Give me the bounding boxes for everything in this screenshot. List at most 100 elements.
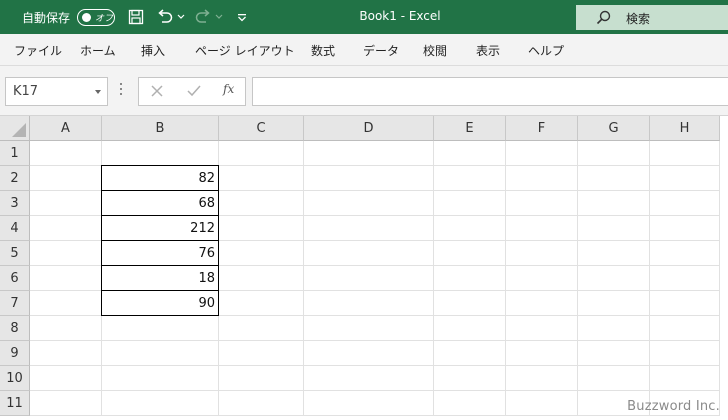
row-header-2[interactable]: 2	[0, 166, 30, 191]
row-header-8[interactable]: 8	[0, 316, 30, 341]
cell-g7[interactable]	[578, 291, 650, 316]
autosave-toggle[interactable]: オフ	[77, 9, 115, 26]
cell-f1[interactable]	[506, 141, 578, 166]
cell-g10[interactable]	[578, 366, 650, 391]
cell-a7[interactable]	[30, 291, 102, 316]
column-header-a[interactable]: A	[30, 116, 102, 141]
row-header-6[interactable]: 6	[0, 266, 30, 291]
tab-view[interactable]: 表示	[476, 42, 500, 59]
cell-a1[interactable]	[30, 141, 102, 166]
cell-e1[interactable]	[434, 141, 506, 166]
cell-d8[interactable]	[304, 316, 434, 341]
row-header-5[interactable]: 5	[0, 241, 30, 266]
tab-data[interactable]: データ	[363, 42, 399, 59]
cell-e5[interactable]	[434, 241, 506, 266]
row-header-11[interactable]: 11	[0, 391, 30, 416]
row-header-3[interactable]: 3	[0, 191, 30, 216]
cell-c11[interactable]	[219, 391, 304, 416]
cell-h3[interactable]	[650, 191, 720, 216]
cell-b3[interactable]: 68	[102, 191, 219, 216]
column-header-d[interactable]: D	[304, 116, 434, 141]
cell-b8[interactable]	[102, 316, 219, 341]
name-box[interactable]: K17	[5, 77, 108, 106]
cell-f4[interactable]	[506, 216, 578, 241]
cell-e7[interactable]	[434, 291, 506, 316]
cell-a2[interactable]	[30, 166, 102, 191]
cell-c10[interactable]	[219, 366, 304, 391]
cell-a11[interactable]	[30, 391, 102, 416]
cell-a8[interactable]	[30, 316, 102, 341]
cell-f6[interactable]	[506, 266, 578, 291]
cell-h1[interactable]	[650, 141, 720, 166]
row-header-7[interactable]: 7	[0, 291, 30, 316]
cell-g6[interactable]	[578, 266, 650, 291]
cell-g3[interactable]	[578, 191, 650, 216]
cell-h4[interactable]	[650, 216, 720, 241]
row-header-10[interactable]: 10	[0, 366, 30, 391]
cell-g9[interactable]	[578, 341, 650, 366]
cell-c3[interactable]	[219, 191, 304, 216]
cancel-icon[interactable]	[150, 83, 164, 103]
cell-h5[interactable]	[650, 241, 720, 266]
tab-file[interactable]: ファイル	[14, 42, 62, 59]
cell-f3[interactable]	[506, 191, 578, 216]
cell-e10[interactable]	[434, 366, 506, 391]
enter-check-icon[interactable]	[186, 83, 202, 103]
redo-dropdown-icon[interactable]	[214, 8, 224, 26]
cell-d2[interactable]	[304, 166, 434, 191]
cell-e2[interactable]	[434, 166, 506, 191]
cell-h9[interactable]	[650, 341, 720, 366]
cell-b11[interactable]	[102, 391, 219, 416]
redo-icon[interactable]	[193, 8, 213, 26]
cell-b4[interactable]: 212	[102, 216, 219, 241]
cell-h2[interactable]	[650, 166, 720, 191]
cell-a5[interactable]	[30, 241, 102, 266]
cell-f5[interactable]	[506, 241, 578, 266]
cell-b1[interactable]	[102, 141, 219, 166]
undo-icon[interactable]	[155, 8, 175, 26]
select-all-button[interactable]	[0, 116, 30, 141]
cell-c9[interactable]	[219, 341, 304, 366]
cell-g4[interactable]	[578, 216, 650, 241]
column-header-e[interactable]: E	[434, 116, 506, 141]
cell-f10[interactable]	[506, 366, 578, 391]
column-header-g[interactable]: G	[578, 116, 650, 141]
cell-h8[interactable]	[650, 316, 720, 341]
cell-d1[interactable]	[304, 141, 434, 166]
cell-e9[interactable]	[434, 341, 506, 366]
cell-e3[interactable]	[434, 191, 506, 216]
column-header-c[interactable]: C	[219, 116, 304, 141]
cell-c8[interactable]	[219, 316, 304, 341]
cell-e4[interactable]	[434, 216, 506, 241]
search-box[interactable]: 検索	[576, 5, 728, 30]
tab-review[interactable]: 校閲	[423, 42, 447, 59]
formula-input[interactable]	[252, 77, 728, 106]
cell-d10[interactable]	[304, 366, 434, 391]
cell-g8[interactable]	[578, 316, 650, 341]
cell-h7[interactable]	[650, 291, 720, 316]
cell-a4[interactable]	[30, 216, 102, 241]
cell-b2[interactable]: 82	[102, 166, 219, 191]
cell-g2[interactable]	[578, 166, 650, 191]
row-header-9[interactable]: 9	[0, 341, 30, 366]
cell-f8[interactable]	[506, 316, 578, 341]
cell-c2[interactable]	[219, 166, 304, 191]
cell-h10[interactable]	[650, 366, 720, 391]
cell-h6[interactable]	[650, 266, 720, 291]
tab-page-layout[interactable]: ページ レイアウト	[195, 42, 295, 59]
cell-f7[interactable]	[506, 291, 578, 316]
cell-a10[interactable]	[30, 366, 102, 391]
cell-d3[interactable]	[304, 191, 434, 216]
cell-d11[interactable]	[304, 391, 434, 416]
cell-e6[interactable]	[434, 266, 506, 291]
insert-function-icon[interactable]: fx	[223, 82, 234, 96]
save-icon[interactable]	[127, 8, 145, 26]
tab-formulas[interactable]: 数式	[311, 42, 335, 59]
cell-b9[interactable]	[102, 341, 219, 366]
cell-b10[interactable]	[102, 366, 219, 391]
cell-a9[interactable]	[30, 341, 102, 366]
cell-e8[interactable]	[434, 316, 506, 341]
cell-e11[interactable]	[434, 391, 506, 416]
cell-g1[interactable]	[578, 141, 650, 166]
tab-help[interactable]: ヘルプ	[528, 42, 564, 59]
